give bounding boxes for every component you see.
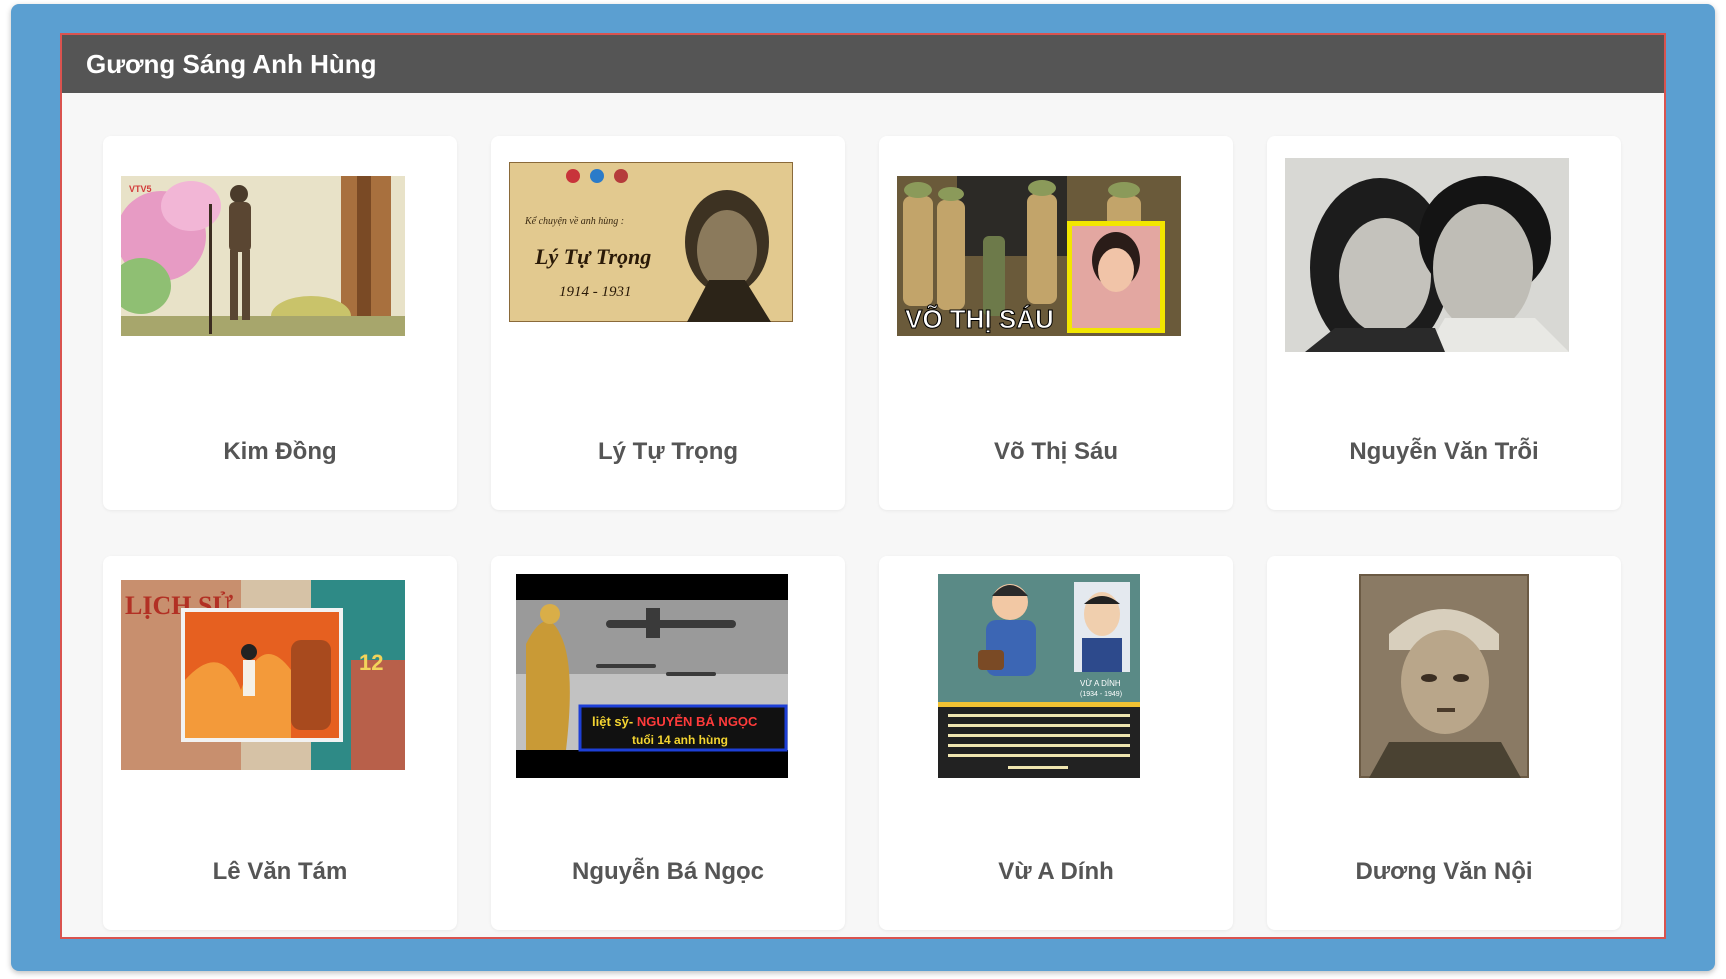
hero-name-vo-thi-sau[interactable]: Võ Thị Sáu	[879, 438, 1233, 466]
nguyen-ba-ngoc-image[interactable]: liệt sỹ- NGUYỄN BÁ NGỌC tuổi 14 anh hùng	[516, 574, 788, 778]
le-van-tam-image[interactable]: LỊCH SỬ 12	[121, 580, 405, 770]
svg-text:liệt sỹ- NGUYỄN BÁ NGỌC: liệt sỹ- NGUYỄN BÁ NGỌC	[592, 714, 758, 729]
story-name: Lý Tự Trọng	[534, 244, 651, 269]
vtv5-logo: VTV5	[129, 184, 152, 194]
page-frame: Gương Sáng Anh Hùng VTV5 Kim Đồng Kể chu…	[11, 4, 1715, 971]
hero-name-le-van-tam[interactable]: Lê Văn Tám	[103, 858, 457, 886]
hero-card-vo-thi-sau[interactable]: VÕ THỊ SÁU Võ Thị Sáu	[879, 136, 1233, 510]
hero-name-vu-a-dinh[interactable]: Vừ A Dính	[879, 858, 1233, 886]
nguyen-ba-ngoc-caption-name: NGUYỄN BÁ NGỌC	[637, 714, 758, 729]
nguyen-ba-ngoc-caption-sub: tuổi 14 anh hùng	[632, 733, 728, 747]
heroes-panel: Gương Sáng Anh Hùng VTV5 Kim Đồng Kể chu…	[60, 33, 1666, 939]
hero-card-vu-a-dinh[interactable]: VỪ A DÍNH (1934 - 1949) Vừ A Dính	[879, 556, 1233, 930]
hero-name-nguyen-ba-ngoc[interactable]: Nguyễn Bá Ngọc	[491, 858, 845, 886]
hero-card-le-van-tam[interactable]: LỊCH SỬ 12 Lê Văn Tám	[103, 556, 457, 930]
ly-tu-trong-image[interactable]: Kể chuyện về anh hùng : Lý Tự Trọng 1914…	[509, 162, 793, 322]
nguyen-van-troi-image[interactable]	[1285, 158, 1569, 352]
vu-a-dinh-image[interactable]: VỪ A DÍNH (1934 - 1949)	[938, 574, 1140, 778]
hero-card-nguyen-ba-ngoc[interactable]: liệt sỹ- NGUYỄN BÁ NGỌC tuổi 14 anh hùng…	[491, 556, 845, 930]
story-years: 1914 - 1931	[559, 284, 632, 300]
hero-card-duong-van-noi[interactable]: Dương Văn Nội	[1267, 556, 1621, 930]
hero-name-kim-dong[interactable]: Kim Đồng	[103, 438, 457, 466]
nguyen-ba-ngoc-caption-prefix: liệt sỹ-	[592, 714, 633, 729]
hero-card-nguyen-van-troi[interactable]: Nguyễn Văn Trỗi	[1267, 136, 1621, 510]
vu-a-dinh-years: (1934 - 1949)	[1080, 691, 1122, 698]
hero-name-duong-van-noi[interactable]: Dương Văn Nội	[1267, 858, 1621, 886]
hero-card-ly-tu-trong[interactable]: Kể chuyện về anh hùng : Lý Tự Trọng 1914…	[491, 136, 845, 510]
vo-thi-sau-caption: VÕ THỊ SÁU	[905, 304, 1054, 334]
vu-a-dinh-label: VỪ A DÍNH	[1080, 679, 1121, 688]
story-caption: Kể chuyện về anh hùng :	[524, 216, 624, 227]
vo-thi-sau-image[interactable]: VÕ THỊ SÁU	[897, 176, 1181, 336]
heroes-grid: VTV5 Kim Đồng Kể chuyện về anh hùng : Lý…	[103, 136, 1621, 930]
panel-title: Gương Sáng Anh Hùng	[62, 35, 1664, 93]
hero-name-ly-tu-trong[interactable]: Lý Tự Trọng	[491, 438, 845, 466]
duong-van-noi-image[interactable]	[1359, 574, 1529, 778]
hero-name-nguyen-van-troi[interactable]: Nguyễn Văn Trỗi	[1267, 438, 1621, 466]
book-number: 12	[359, 650, 383, 675]
kim-dong-image[interactable]: VTV5	[121, 176, 405, 336]
hero-card-kim-dong[interactable]: VTV5 Kim Đồng	[103, 136, 457, 510]
